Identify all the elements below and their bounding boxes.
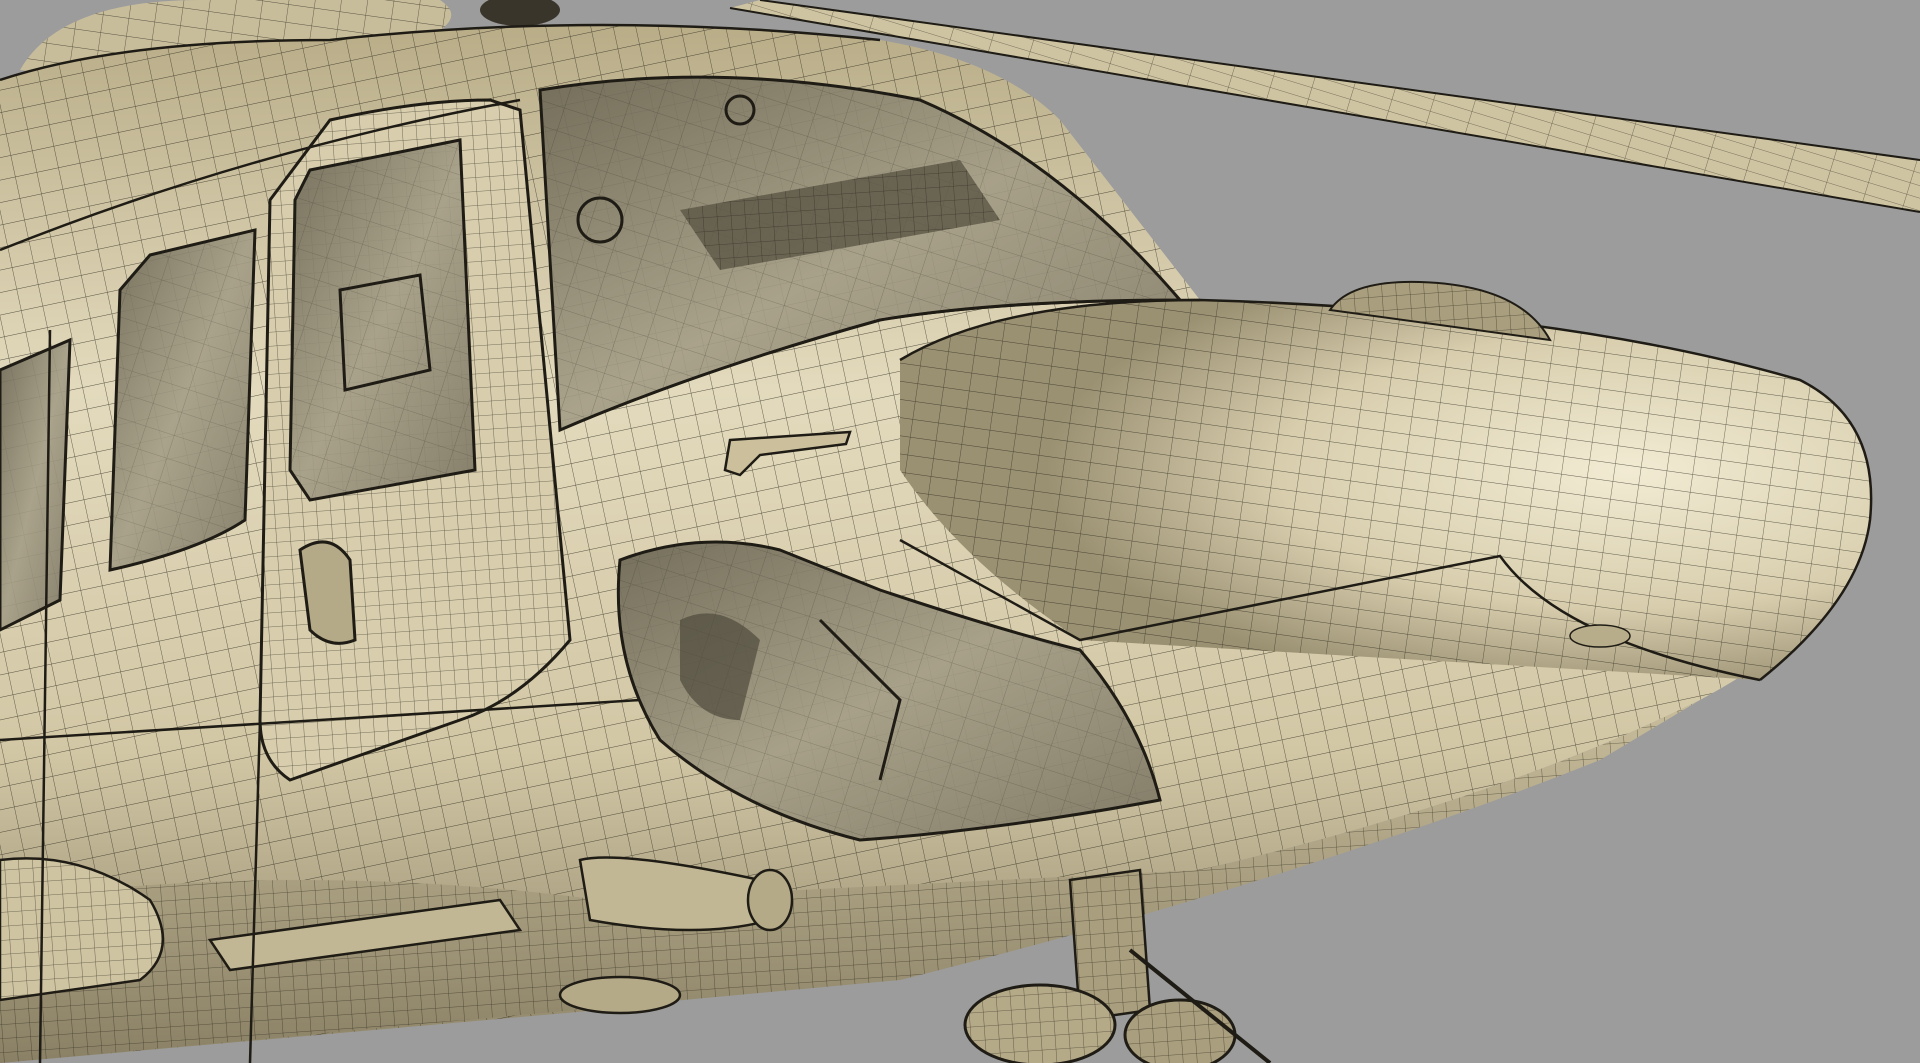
door-window bbox=[288, 138, 477, 502]
helicopter-render bbox=[0, 0, 1920, 1063]
render-viewport bbox=[0, 0, 1920, 1063]
